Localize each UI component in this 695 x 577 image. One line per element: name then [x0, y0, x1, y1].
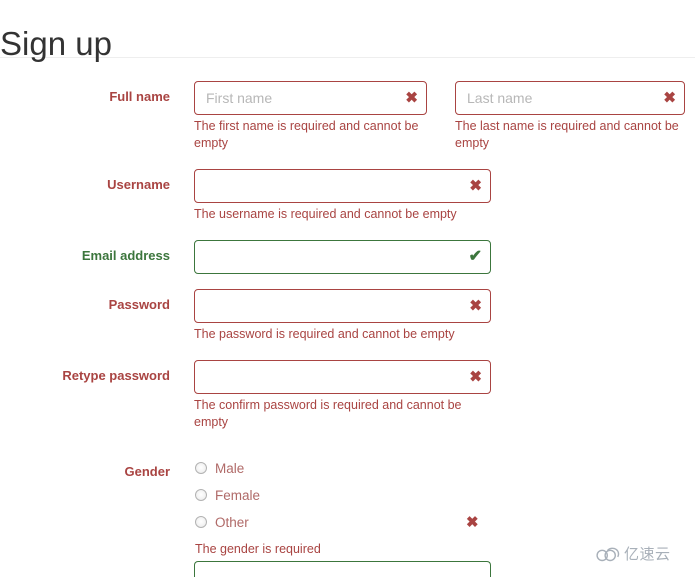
- control-password: ✖ The password is required and cannot be…: [194, 289, 491, 341]
- password-help-text: The password is required and cannot be e…: [194, 327, 455, 341]
- watermark-text: 亿速云: [624, 544, 671, 563]
- page-title: Sign up: [0, 25, 112, 63]
- control-last-name: ✖ The last name is required and cannot b…: [455, 81, 685, 150]
- next-field-input-wrap[interactable]: [194, 561, 491, 577]
- watermark: 亿速云: [596, 541, 690, 567]
- label-retype-password: Retype password: [62, 368, 170, 383]
- error-cross-icon: ✖: [466, 514, 479, 531]
- username-input-wrap[interactable]: ✖: [194, 169, 491, 203]
- label-email-address: Email address: [81, 248, 170, 263]
- first-name-input[interactable]: [195, 82, 426, 114]
- retype-password-help-text: The confirm password is required and can…: [194, 398, 462, 429]
- password-input[interactable]: [195, 290, 490, 322]
- control-username: ✖ The username is required and cannot be…: [194, 169, 491, 221]
- gender-option-female[interactable]: Female: [195, 482, 260, 509]
- radio-button-icon[interactable]: [195, 462, 207, 474]
- label-username: Username: [107, 177, 170, 192]
- cloud-icon: [596, 547, 620, 561]
- email-input[interactable]: [195, 241, 490, 273]
- gender-option-other[interactable]: Other: [195, 509, 260, 536]
- last-name-input[interactable]: [456, 82, 684, 114]
- gender-option-label: Female: [215, 488, 261, 503]
- first-name-help-text: The first name is required and cannot be…: [194, 119, 419, 150]
- gender-radio-group: Male Female Other The gender is required: [195, 455, 321, 556]
- last-name-input-wrap[interactable]: ✖: [455, 81, 685, 115]
- gender-option-label: Other: [215, 515, 249, 530]
- gender-option-male[interactable]: Male: [195, 455, 260, 482]
- radio-button-icon[interactable]: [195, 516, 207, 528]
- radio-button-icon[interactable]: [195, 489, 207, 501]
- label-gender: Gender: [124, 464, 170, 479]
- retype-password-input[interactable]: [195, 361, 490, 393]
- gender-help-text: The gender is required: [195, 542, 321, 556]
- last-name-help-text: The last name is required and cannot be …: [455, 119, 679, 150]
- control-email: ✔: [194, 240, 491, 274]
- control-retype-password: ✖ The confirm password is required and c…: [194, 360, 491, 429]
- password-input-wrap[interactable]: ✖: [194, 289, 491, 323]
- label-password: Password: [108, 297, 170, 312]
- email-input-wrap[interactable]: ✔: [194, 240, 491, 274]
- label-full-name: Full name: [109, 89, 170, 104]
- gender-option-label: Male: [215, 461, 245, 476]
- page-header: Sign up: [0, 0, 695, 62]
- retype-password-input-wrap[interactable]: ✖: [194, 360, 491, 394]
- username-help-text: The username is required and cannot be e…: [194, 207, 457, 221]
- control-first-name: ✖ The first name is required and cannot …: [194, 81, 427, 150]
- username-input[interactable]: [195, 170, 490, 202]
- first-name-input-wrap[interactable]: ✖: [194, 81, 427, 115]
